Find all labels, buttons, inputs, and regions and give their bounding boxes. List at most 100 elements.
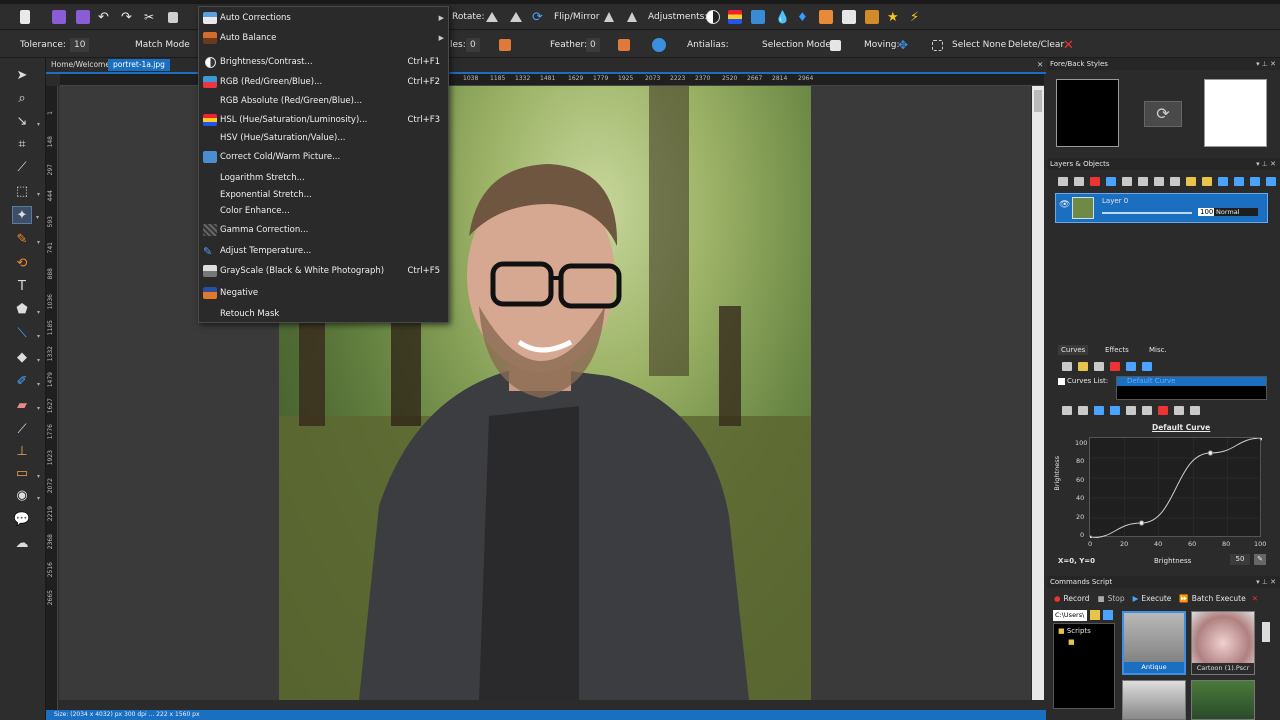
redo-icon[interactable]: ↷ <box>121 10 132 25</box>
batch-execute-button[interactable]: Batch Execute <box>1192 594 1246 603</box>
curves-list[interactable]: Default Curve <box>1116 376 1267 400</box>
move-icon[interactable]: ✥ <box>898 38 908 52</box>
tolerance-value[interactable]: 10 <box>70 38 90 52</box>
delete-icon[interactable]: ✕ <box>1063 38 1074 53</box>
menu-item-retouch-mask[interactable]: Retouch Mask <box>199 305 448 323</box>
star-icon[interactable]: ★ <box>887 10 899 25</box>
menu-item-adjust-temperature[interactable]: ✎ Adjust Temperature... <box>199 242 448 260</box>
feather-color-icon[interactable] <box>618 38 630 52</box>
new-layer-icon[interactable] <box>1058 176 1068 186</box>
flip-mirror-button[interactable]: Flip/Mirror <box>554 10 599 24</box>
menu-item-auto-corrections[interactable]: Auto Corrections ▶ <box>199 9 448 27</box>
flip-vertical-icon[interactable] <box>604 10 614 24</box>
curves-list-checkbox[interactable] <box>1058 377 1065 385</box>
curve-copy-icon[interactable] <box>1126 405 1136 415</box>
eyedropper-tool-icon[interactable]: ⟋ <box>12 420 32 438</box>
rotate-left-icon[interactable] <box>486 10 498 24</box>
stamp-tool-icon[interactable]: ⊥ <box>12 442 32 460</box>
curve-up-icon[interactable] <box>1126 361 1136 371</box>
curve-layers-icon[interactable] <box>1078 405 1088 415</box>
layer-link-icon[interactable] <box>1202 176 1212 186</box>
clear-commands-icon[interactable]: ✕ <box>1252 594 1258 603</box>
copy-icon[interactable] <box>168 10 178 24</box>
move-tool-icon[interactable]: ↘ ▾ <box>12 112 40 130</box>
red-eye-tool-icon[interactable]: ◉ ▾ <box>12 486 40 504</box>
opacity-value[interactable]: 100 <box>1198 208 1216 216</box>
vertical-scrollbar[interactable] <box>1032 86 1044 700</box>
rotate-free-icon[interactable]: ⟳ <box>532 10 543 25</box>
straighten-tool-icon[interactable]: ⟋ <box>12 158 32 176</box>
rect-select-tool-icon[interactable]: ⬚ ▾ <box>12 182 40 200</box>
panel-pin-close-icon[interactable]: ▾ ⊥ ✕ <box>1256 58 1276 70</box>
menu-item-hsv[interactable]: HSV (Hue/Saturation/Value)... <box>199 129 448 147</box>
menu-item-hsl[interactable]: HSL (Hue/Saturation/Luminosity)... Ctrl+… <box>199 111 448 129</box>
move-layer-down-icon[interactable] <box>1218 176 1228 186</box>
layer-row[interactable]: 👁 Layer 0 100 Normal <box>1055 193 1268 223</box>
fill-tool-icon[interactable]: ◆ ▾ <box>12 348 40 366</box>
menu-item-brightness-contrast[interactable]: Brightness/Contrast... Ctrl+F1 <box>199 53 448 71</box>
menu-item-logarithm-stretch[interactable]: Logarithm Stretch... <box>199 169 448 187</box>
script-thumb-cartoon[interactable]: Cartoon (1).Pscr <box>1191 611 1255 675</box>
menu-item-negative[interactable]: Negative <box>199 284 448 302</box>
save-as-icon[interactable] <box>76 10 90 24</box>
batch-execute-icon[interactable]: ⏩ <box>1179 594 1188 603</box>
save-curve-icon[interactable] <box>1062 361 1072 371</box>
antialias-toggle-icon[interactable] <box>652 38 666 52</box>
script-thumb-antique[interactable]: Antique <box>1122 611 1186 675</box>
browse-folder-icon[interactable] <box>1090 610 1100 620</box>
magic-wand-tool-icon[interactable]: ✦ ▾ <box>12 206 39 224</box>
crop-tool-icon[interactable]: ⌗ <box>12 135 32 153</box>
sides-color-icon[interactable] <box>499 38 511 52</box>
curve-control-point[interactable] <box>1138 520 1145 526</box>
brightness-contrast-icon[interactable] <box>706 10 720 24</box>
new-file-icon[interactable] <box>20 10 30 24</box>
merge-layer-icon[interactable] <box>1106 176 1116 186</box>
sides-value[interactable]: 0 <box>466 38 480 52</box>
rgb-icon[interactable] <box>728 10 742 24</box>
curve-channel-icon[interactable] <box>1094 405 1104 415</box>
duplicate-layer-icon[interactable] <box>1074 176 1084 186</box>
stop-button[interactable]: Stop <box>1108 594 1125 603</box>
speech-bubble-tool-icon[interactable]: 💬 <box>12 510 32 528</box>
thumbs-scrollbar[interactable] <box>1262 622 1270 642</box>
scrollbar-thumb[interactable] <box>1034 90 1042 112</box>
rotate-right-icon[interactable] <box>510 10 522 24</box>
menu-item-cold-warm[interactable]: Correct Cold/Warm Picture... <box>199 148 448 166</box>
curve-line[interactable] <box>1089 437 1263 539</box>
tolerance-input[interactable]: 10 <box>70 38 90 52</box>
panel-pin-close-icon[interactable]: ▾ ⊥ ✕ <box>1256 158 1276 170</box>
menu-item-rgb[interactable]: RGB (Red/Green/Blue)... Ctrl+F2 <box>199 73 448 91</box>
curve-chart[interactable] <box>1087 435 1265 541</box>
stop-icon[interactable]: ■ <box>1097 594 1104 603</box>
move-layer-bottom-icon[interactable] <box>1234 176 1244 186</box>
curve-control-point[interactable] <box>1207 450 1214 456</box>
curve-plot[interactable] <box>1087 435 1265 541</box>
curve-flip-icon[interactable] <box>1174 405 1184 415</box>
layer-group-icon[interactable] <box>1170 176 1180 186</box>
record-button[interactable]: Record <box>1064 594 1090 603</box>
eraser-tool-icon[interactable]: ▰ ▾ <box>12 396 40 414</box>
layer-mask-icon[interactable] <box>1138 176 1148 186</box>
script-thumb-4[interactable] <box>1191 680 1255 720</box>
execute-button[interactable]: Execute <box>1141 594 1171 603</box>
new-curve-icon[interactable] <box>1094 361 1104 371</box>
move-layer-top-icon[interactable] <box>1266 176 1276 186</box>
foreground-color-swatch[interactable] <box>1056 79 1119 147</box>
curve-eyedropper-icon[interactable]: ✎ <box>1254 554 1266 565</box>
curve-point-icon[interactable] <box>1110 405 1120 415</box>
layer-effects-icon[interactable] <box>1154 176 1164 186</box>
script-thumb-3[interactable] <box>1122 680 1186 720</box>
menu-item-auto-balance[interactable]: Auto Balance ▶ <box>199 29 448 47</box>
swap-colors-icon[interactable]: ⟳ <box>1144 101 1182 127</box>
move-layer-up-icon[interactable] <box>1250 176 1260 186</box>
cold-warm-icon[interactable] <box>751 10 765 24</box>
curve-mirror-icon[interactable] <box>1190 405 1200 415</box>
curve-control-point[interactable] <box>1259 435 1265 441</box>
curve-control-point[interactable] <box>1087 535 1093 541</box>
menu-item-grayscale[interactable]: GrayScale (Black & White Photograph) Ctr… <box>199 262 448 280</box>
menu-item-rgb-absolute[interactable]: RGB Absolute (Red/Green/Blue)... <box>199 92 448 110</box>
tab-effects[interactable]: Effects <box>1102 345 1132 355</box>
save-icon[interactable] <box>52 10 66 24</box>
feather-value[interactable]: 0 <box>586 38 600 52</box>
cut-icon[interactable]: ✂ <box>144 10 154 24</box>
